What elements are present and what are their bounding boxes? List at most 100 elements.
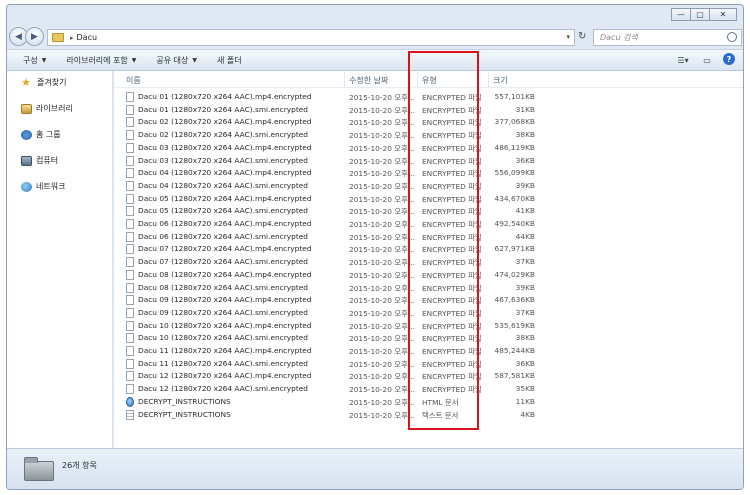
search-input[interactable]: Dacu 검색 [593,29,742,46]
file-type: ENCRYPTED 파일 [422,296,482,306]
file-type: 텍스트 문서 [422,410,459,420]
file-name: Dacu 05 (1280x720 x264 AAC).smi.encrypte… [138,206,308,216]
file-name: Dacu 04 (1280x720 x264 AAC).smi.encrypte… [138,180,308,190]
minimize-button[interactable]: — [671,8,691,21]
column-header-type[interactable]: 유형 [422,75,437,86]
file-date: 2015-10-20 오후... [349,220,415,229]
nav-label: 네트워크 [36,182,66,191]
file-name: Dacu 11 (1280x720 x264 AAC).mp4.encrypte… [138,346,312,355]
table-row[interactable]: Dacu 10 (1280x720 x264 AAC).mp4.encrypte… [114,320,743,333]
table-row[interactable]: Dacu 09 (1280x720 x264 AAC).smi.encrypte… [114,307,743,320]
maximize-button[interactable]: ▢ [690,8,710,21]
table-row[interactable]: DECRYPT_INSTRUCTIONS 2015-10-20 오후... 텍스트 … [114,409,743,422]
table-row[interactable]: Dacu 07 (1280x720 x264 AAC).smi.encrypte… [114,256,743,269]
file-date: 2015-10-20 오후... [349,194,415,204]
file-icon [126,320,134,331]
file-type: ENCRYPTED 파일 [422,308,482,318]
file-name: Dacu 01 (1280x720 x264 AAC).smi.encrypte… [138,104,308,114]
table-row[interactable]: Dacu 10 (1280x720 x264 AAC).smi.encrypte… [114,332,743,345]
nav-item-favorites[interactable]: ★ 즐겨찾기 [21,77,66,88]
file-size: 41KB [515,206,535,216]
network-icon [21,181,32,192]
forward-button[interactable]: ▶ [25,27,44,46]
include-library-menu[interactable]: 라이브러리에 포함 ▼ [66,55,136,66]
file-type: ENCRYPTED 파일 [422,105,482,115]
table-row[interactable]: Dacu 07 (1280x720 x264 AAC).mp4.encrypte… [114,243,743,256]
table-row[interactable]: Dacu 02 (1280x720 x264 AAC).mp4.encrypte… [114,116,743,129]
file-size: 627,971KB [494,244,535,254]
file-name: Dacu 12 (1280x720 x264 AAC).mp4.encrypte… [138,371,312,381]
table-row[interactable]: Dacu 11 (1280x720 x264 AAC).mp4.encrypte… [114,345,743,358]
file-icon [126,282,134,293]
homegroup-icon [21,129,32,140]
file-date: 2015-10-20 오후... [349,232,415,242]
column-header-name[interactable]: 이름 [126,75,141,86]
table-row[interactable]: Dacu 04 (1280x720 x264 AAC).mp4.encrypte… [114,167,743,180]
column-divider[interactable] [488,72,489,87]
file-type: ENCRYPTED 파일 [422,385,482,395]
table-row[interactable]: Dacu 08 (1280x720 x264 AAC).mp4.encrypte… [114,269,743,282]
library-icon [21,103,32,114]
table-row[interactable]: Dacu 08 (1280x720 x264 AAC).smi.encrypte… [114,282,743,295]
file-icon [126,206,134,217]
preview-pane-icon[interactable]: ▭ [699,53,715,67]
table-row[interactable]: Dacu 01 (1280x720 x264 AAC).smi.encrypte… [114,104,743,117]
file-size: 492,540KB [494,219,535,228]
address-bar[interactable]: ▸ Dacu ▾ [47,29,575,46]
file-icon [126,333,134,344]
file-type: ENCRYPTED 파일 [422,156,482,166]
table-row[interactable]: Dacu 12 (1280x720 x264 AAC).smi.encrypte… [114,383,743,396]
table-row[interactable]: Dacu 04 (1280x720 x264 AAC).smi.encrypte… [114,180,743,193]
nav-item-computer[interactable]: 컴퓨터 [21,155,58,166]
table-row[interactable]: Dacu 06 (1280x720 x264 AAC).mp4.encrypte… [114,218,743,231]
nav-label: 홈 그룹 [36,130,61,139]
file-date: 2015-10-20 오후... [349,359,415,369]
table-row[interactable]: Dacu 09 (1280x720 x264 AAC).mp4.encrypte… [114,294,743,307]
file-type: HTML 문서 [422,397,459,407]
file-type: ENCRYPTED 파일 [422,169,482,179]
organize-menu[interactable]: 구성 ▼ [23,55,46,66]
column-headers: 이름 수정한 날짜 유형 크기 [114,71,743,88]
search-icon[interactable] [727,32,737,42]
table-row[interactable]: Dacu 01 (1280x720 x264 AAC).mp4.encrypte… [114,91,743,104]
address-row: ◀ ▶ ▸ Dacu ▾ ↻ Dacu 검색 [7,25,743,49]
chevron-down-icon[interactable]: ▾ [566,33,570,41]
file-name: Dacu 09 (1280x720 x264 AAC).mp4.encrypte… [138,295,312,305]
view-options-icon[interactable]: ☰▾ [675,53,691,67]
file-date: 2015-10-20 오후... [349,93,415,102]
column-divider[interactable] [417,72,418,87]
file-type: ENCRYPTED 파일 [422,220,482,229]
table-row[interactable]: Dacu 02 (1280x720 x264 AAC).smi.encrypte… [114,129,743,142]
table-row[interactable]: Dacu 12 (1280x720 x264 AAC).mp4.encrypte… [114,370,743,383]
file-type: ENCRYPTED 파일 [422,118,482,128]
nav-item-network[interactable]: 네트워크 [21,181,65,192]
nav-item-homegroup[interactable]: 홈 그룹 [21,129,61,140]
table-row[interactable]: Dacu 05 (1280x720 x264 AAC).smi.encrypte… [114,205,743,218]
table-row[interactable]: Dacu 11 (1280x720 x264 AAC).smi.encrypte… [114,358,743,371]
nav-item-libraries[interactable]: 라이브러리 [21,103,73,114]
file-icon [126,384,134,395]
table-row[interactable]: Dacu 03 (1280x720 x264 AAC).smi.encrypte… [114,155,743,168]
file-name: Dacu 01 (1280x720 x264 AAC).mp4.encrypte… [138,92,312,101]
nav-label: 즐겨찾기 [37,78,67,87]
html-file-icon [126,396,134,407]
refresh-icon[interactable]: ↻ [578,31,586,42]
file-icon [126,371,134,382]
file-icon [126,269,134,280]
help-icon[interactable]: ? [723,53,735,65]
column-header-size[interactable]: 크기 [493,75,508,86]
share-menu[interactable]: 공유 대상 ▼ [156,55,197,66]
column-divider[interactable] [344,72,345,87]
table-row[interactable]: Dacu 05 (1280x720 x264 AAC).mp4.encrypte… [114,193,743,206]
table-row[interactable]: Dacu 03 (1280x720 x264 AAC).mp4.encrypte… [114,142,743,155]
file-icon [126,257,134,268]
file-type: ENCRYPTED 파일 [422,283,482,293]
table-row[interactable]: Dacu 06 (1280x720 x264 AAC).smi.encrypte… [114,231,743,244]
file-icon [126,117,134,128]
new-folder-button[interactable]: 새 폴더 [217,55,242,66]
column-header-date[interactable]: 수정한 날짜 [349,75,388,86]
close-button[interactable]: ✕ [709,8,737,21]
file-name: Dacu 02 (1280x720 x264 AAC).smi.encrypte… [138,130,308,140]
table-row[interactable]: DECRYPT_INSTRUCTIONS 2015-10-20 오후... HTML… [114,396,743,409]
file-type: ENCRYPTED 파일 [422,321,482,331]
